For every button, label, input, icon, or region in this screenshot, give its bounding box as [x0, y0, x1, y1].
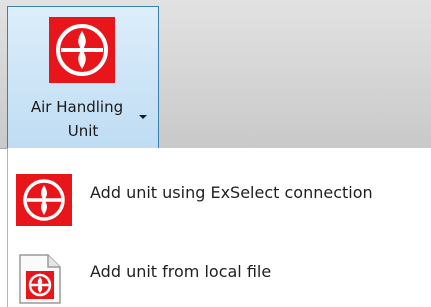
split-button-label-line2: Unit [67, 122, 99, 140]
air-handling-unit-icon [16, 174, 72, 226]
menu-item-label: Add unit from local file [90, 262, 272, 281]
dropdown-menu: Add unit using ExSelect connection Add u… [7, 148, 431, 307]
air-handling-unit-icon [49, 17, 115, 83]
menu-item-add-from-local-file[interactable]: Add unit from local file [8, 240, 431, 304]
app-canvas: Air Handling Unit Add unit using ExSelec… [0, 0, 431, 307]
air-handling-unit-split-button[interactable]: Air Handling Unit [7, 6, 159, 148]
menu-item-label: Add unit using ExSelect connection [90, 183, 373, 202]
menu-item-add-from-exselect[interactable]: Add unit using ExSelect connection [8, 161, 431, 226]
split-button-label-line1: Air Handling [30, 98, 124, 116]
local-file-icon [19, 254, 61, 304]
split-button-label: Air Handling Unit [8, 95, 158, 143]
chevron-down-icon[interactable] [139, 115, 147, 119]
